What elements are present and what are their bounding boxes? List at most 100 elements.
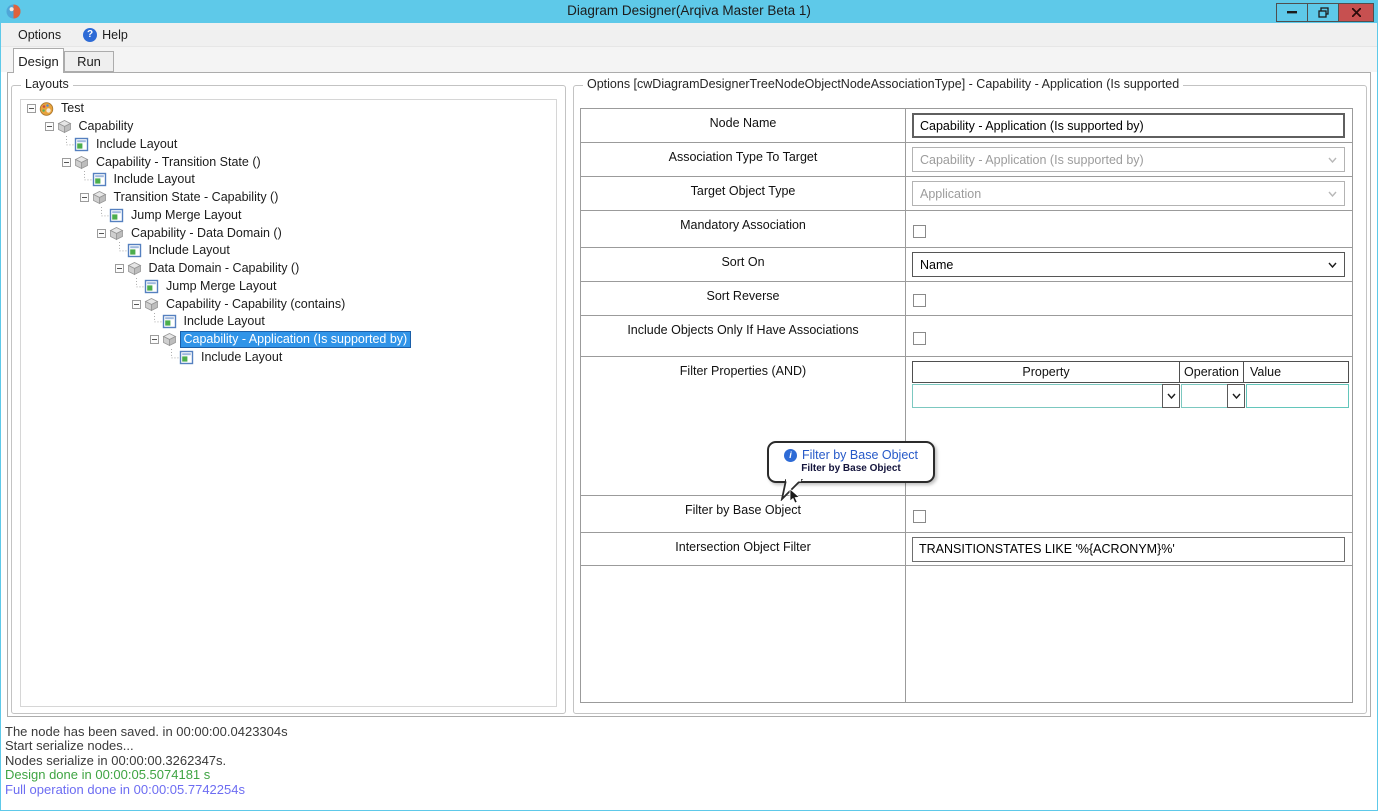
tree-expander[interactable]	[132, 299, 141, 309]
form-row-value: Name	[906, 248, 1352, 281]
options-form-table: Node NameAssociation Type To Target Capab…	[580, 108, 1353, 703]
tree-node[interactable]: Include Layout	[21, 171, 556, 189]
cube-icon	[109, 226, 124, 240]
tree-expander[interactable]	[114, 264, 124, 274]
tree-node-label: Capability - Data Domain ()	[131, 225, 282, 240]
association-type-to-target-select-value: Capability - Application (Is supported b…	[920, 152, 1144, 167]
tree-node[interactable]: Include Layout	[21, 242, 556, 260]
tab-design[interactable]: Design	[13, 48, 64, 73]
tree-node-label: Capability	[78, 119, 134, 134]
form-row: Sort On Name	[581, 248, 1352, 282]
form-row-value	[906, 211, 1352, 247]
form-row: Node Name	[581, 109, 1352, 143]
filter-grid-column-header: Value	[1244, 361, 1349, 383]
tooltip: i Filter by Base Object Filter by Base O…	[767, 441, 935, 501]
cube-icon	[127, 262, 141, 276]
tree-node[interactable]: Capability - Capability (contains)	[21, 295, 556, 313]
form-row: Association Type To Target Capability - A…	[581, 143, 1352, 177]
tree-expander[interactable]	[79, 193, 89, 203]
tooltip-body: Filter by Base Object	[801, 463, 901, 474]
form-row-label: Mandatory Association	[581, 211, 906, 247]
intersection-object-filter-input[interactable]	[912, 536, 1345, 562]
menu-help-label: Help	[102, 27, 128, 42]
menu-help[interactable]: ? Help	[79, 26, 132, 44]
tree-node[interactable]: Include Layout	[21, 313, 556, 331]
association-type-to-target-select: Capability - Application (Is supported b…	[912, 147, 1345, 172]
status-line: Start serialize nodes...	[5, 738, 134, 754]
cube-icon	[92, 191, 106, 205]
menu-options[interactable]: Options	[14, 26, 65, 44]
tree-connector	[118, 242, 127, 252]
status-line: The node has been saved. in 00:00:00.042…	[5, 724, 288, 739]
chevron-down-icon	[1328, 262, 1337, 268]
tree-node[interactable]: Transition State - Capability ()	[21, 189, 556, 207]
property-select-value	[913, 385, 1163, 407]
tree-node-label: Include Layout	[113, 172, 195, 187]
tree-node[interactable]: Test	[21, 100, 556, 118]
tree-node[interactable]: Capability - Data Domain ()	[21, 224, 556, 242]
include-objects-only-if-have-associations-checkbox[interactable]	[913, 331, 926, 345]
tooltip-header: i Filter by Base Object	[769, 448, 933, 462]
tree-node[interactable]: Jump Merge Layout	[21, 206, 556, 225]
options-groupbox: Options [cwDiagramDesignerTreeNodeObject…	[573, 77, 1367, 714]
tree-node[interactable]: Data Domain - Capability ()	[21, 260, 556, 278]
filter-grid-editor-row	[912, 384, 1349, 408]
form-row-value: Capability - Application (Is supported b…	[906, 143, 1352, 176]
form-row-label: Intersection Object Filter	[581, 533, 906, 565]
cube-icon	[74, 155, 89, 169]
chevron-down-icon	[1328, 191, 1337, 197]
tree-node[interactable]: Capability - Application (Is supported b…	[21, 331, 556, 349]
node-name-input[interactable]	[912, 113, 1345, 138]
form-row-value	[906, 496, 1352, 532]
form-row-value	[906, 109, 1352, 142]
tab-run-label: Run	[77, 54, 101, 69]
tree-node[interactable]: Jump Merge Layout	[21, 277, 556, 296]
form-row: Include Objects Only If Have Association…	[581, 316, 1352, 357]
tree-connector	[66, 135, 74, 145]
layouts-tree[interactable]: Test Capability Include Layout Capability -…	[20, 99, 557, 707]
form-row: Target Object Type Application	[581, 177, 1352, 211]
tree-node[interactable]: Include Layout	[21, 348, 556, 367]
design-tab-page: Layouts Test Capability Include Layout Capa…	[7, 72, 1371, 717]
operation-select-arrow[interactable]	[1227, 384, 1245, 408]
operation-select-value	[1182, 385, 1228, 407]
menu-bar: Options ? Help	[1, 23, 1377, 47]
filter-properties-grid: Property Operation Value	[912, 361, 1349, 408]
tree-expander[interactable]	[62, 157, 71, 167]
filter-by-base-object-checkbox[interactable]	[913, 509, 926, 523]
property-select[interactable]	[912, 384, 1180, 408]
mandatory-association-checkbox[interactable]	[913, 224, 926, 238]
tree-expander[interactable]	[97, 228, 106, 238]
form-row-label: Include Objects Only If Have Association…	[581, 316, 906, 356]
target-object-type-select-value: Application	[920, 186, 982, 201]
property-select-arrow[interactable]	[1162, 384, 1180, 408]
tree-expander[interactable]	[44, 122, 54, 132]
tab-run[interactable]: Run	[64, 51, 114, 72]
tree-node[interactable]: Capability	[21, 118, 556, 136]
tab-strip: Design Run	[1, 47, 1377, 73]
sort-on-select[interactable]: Name	[912, 252, 1345, 277]
mouse-cursor	[789, 489, 801, 504]
value-input[interactable]	[1246, 384, 1349, 408]
form-row-value	[906, 282, 1352, 315]
tree-node-label: Include Layout	[148, 243, 230, 258]
tree-node-label: Capability - Capability (contains)	[166, 296, 346, 311]
minimize-button[interactable]	[1277, 4, 1307, 21]
tree-expander[interactable]	[27, 104, 36, 114]
tree-connector	[83, 171, 92, 181]
layout-icon	[162, 315, 176, 329]
window-title: Diagram Designer(Arqiva Master Beta 1)	[567, 3, 811, 18]
cube-icon	[144, 297, 159, 311]
maximize-button[interactable]	[1308, 4, 1338, 21]
close-button[interactable]	[1339, 4, 1373, 21]
tree-expander[interactable]	[149, 335, 159, 345]
sort-reverse-checkbox[interactable]	[913, 294, 926, 307]
palette-icon	[39, 102, 54, 117]
form-row-label	[581, 566, 906, 702]
tree-node[interactable]: Capability - Transition State ()	[21, 153, 556, 171]
tree-node[interactable]: Include Layout	[21, 135, 556, 154]
window-controls	[1276, 3, 1374, 22]
filter-grid-column-header: Property	[912, 361, 1180, 383]
operation-select[interactable]	[1181, 384, 1245, 408]
layouts-groupbox-title: Layouts	[21, 77, 73, 91]
